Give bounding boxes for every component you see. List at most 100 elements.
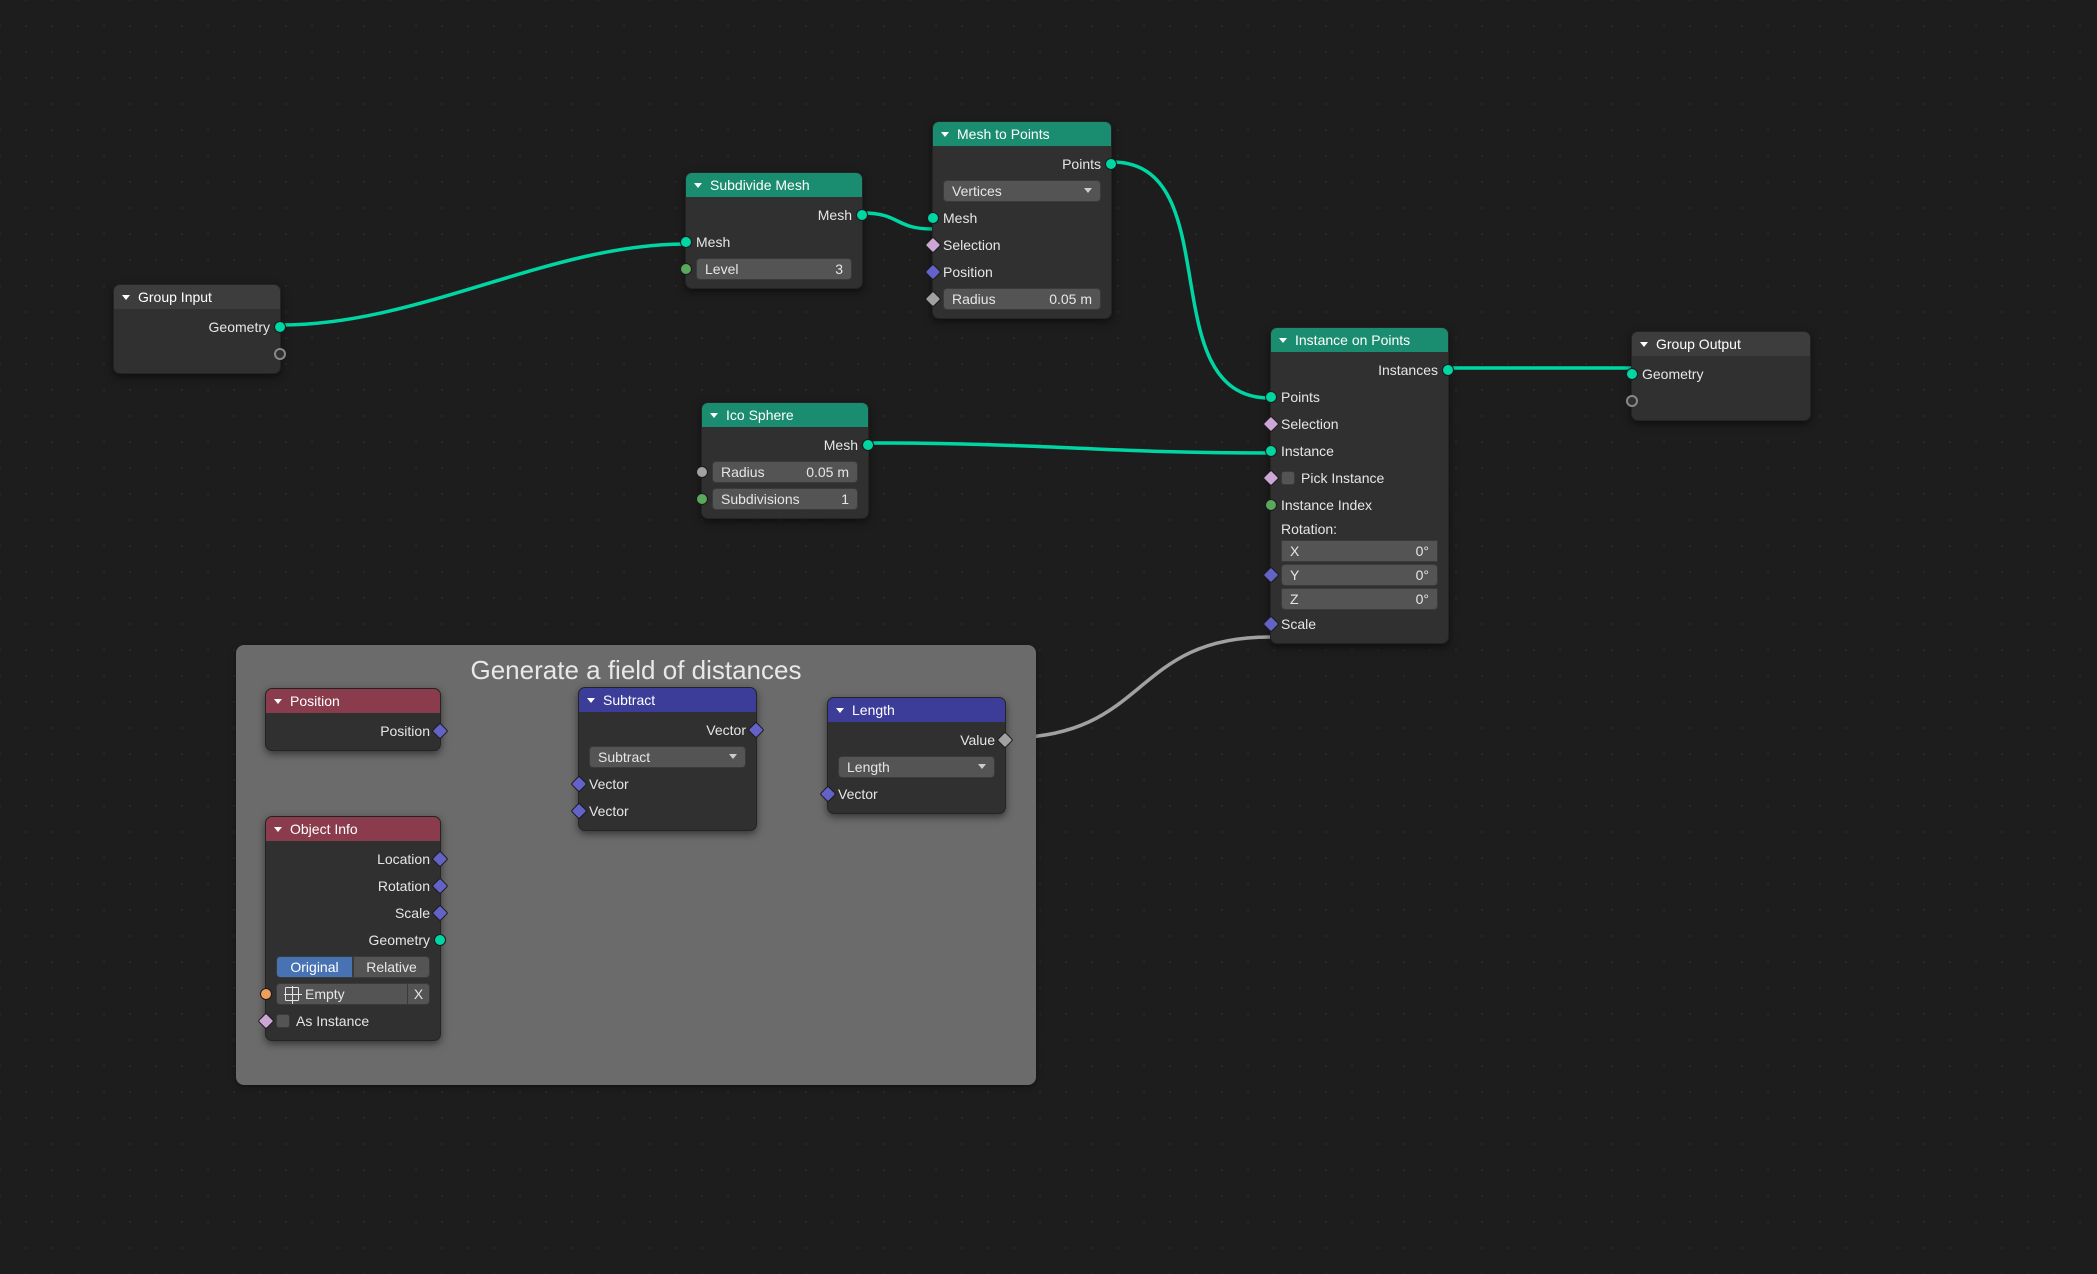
- socket-label: Position: [943, 264, 993, 280]
- socket-label: Vector: [838, 786, 878, 802]
- socket-out-points[interactable]: [1105, 158, 1117, 170]
- socket-label: Position: [380, 723, 430, 739]
- chevron-down-icon: [1279, 338, 1287, 343]
- level-field[interactable]: Level3: [696, 258, 852, 280]
- socket-out-mesh[interactable]: [862, 439, 874, 451]
- socket-label: Vector: [589, 776, 629, 792]
- socket-in-index[interactable]: [1265, 499, 1277, 511]
- node-title: Length: [852, 702, 895, 718]
- socket-label: Mesh: [818, 207, 852, 223]
- socket-in-level[interactable]: [680, 263, 692, 275]
- node-title: Subtract: [603, 692, 655, 708]
- rotation-label: Rotation:: [1281, 521, 1337, 537]
- rot-x-field[interactable]: X0°: [1281, 540, 1438, 562]
- socket-label: Mesh: [824, 437, 858, 453]
- node-header[interactable]: Subtract: [579, 688, 756, 712]
- toggle-relative[interactable]: Relative: [353, 956, 430, 978]
- node-header[interactable]: Position: [266, 689, 440, 713]
- chevron-down-icon: [941, 132, 949, 137]
- node-group-output[interactable]: Group Output Geometry: [1631, 331, 1811, 421]
- socket-out-geometry[interactable]: [434, 934, 446, 946]
- node-mesh-to-points[interactable]: Mesh to Points Points Vertices Mesh Sele…: [932, 121, 1112, 319]
- chevron-down-icon: [1640, 342, 1648, 347]
- mode-select[interactable]: Subtract: [589, 746, 746, 768]
- socket-in-geometry[interactable]: [1626, 368, 1638, 380]
- chevron-down-icon: [710, 413, 718, 418]
- node-title: Ico Sphere: [726, 407, 794, 423]
- node-header[interactable]: Group Output: [1632, 332, 1810, 356]
- socket-in-subdivisions[interactable]: [696, 493, 708, 505]
- chevron-down-icon: [274, 827, 282, 832]
- socket-label: Scale: [1281, 616, 1316, 632]
- socket-in-points[interactable]: [1265, 391, 1277, 403]
- node-title: Object Info: [290, 821, 358, 837]
- mode-select[interactable]: Length: [838, 756, 995, 778]
- subdivisions-field[interactable]: Subdivisions1: [712, 488, 858, 510]
- socket-label: Vector: [589, 803, 629, 819]
- node-length[interactable]: Length Value Length Vector: [827, 697, 1006, 814]
- socket-label: Points: [1281, 389, 1320, 405]
- chevron-down-icon: [836, 708, 844, 713]
- node-object-info[interactable]: Object Info Location Rotation Scale Geom…: [265, 816, 441, 1041]
- socket-in-virtual[interactable]: [1626, 395, 1638, 407]
- node-header[interactable]: Group Input: [114, 285, 280, 309]
- socket-label: Geometry: [209, 319, 270, 335]
- socket-out-instances[interactable]: [1442, 364, 1454, 376]
- toggle-original[interactable]: Original: [276, 956, 353, 978]
- node-subtract[interactable]: Subtract Vector Subtract Vector Vector: [578, 687, 757, 831]
- socket-label: Rotation: [378, 878, 430, 894]
- node-title: Group Input: [138, 289, 212, 305]
- socket-label: Instance: [1281, 443, 1334, 459]
- socket-out-geometry[interactable]: [274, 321, 286, 333]
- socket-out-virtual[interactable]: [274, 348, 286, 360]
- node-header[interactable]: Subdivide Mesh: [686, 173, 862, 197]
- socket-label: Geometry: [1642, 366, 1703, 382]
- as-instance-checkbox[interactable]: [276, 1014, 290, 1028]
- chevron-down-icon: [122, 295, 130, 300]
- socket-label: Pick Instance: [1301, 470, 1384, 486]
- socket-label: Instances: [1378, 362, 1438, 378]
- chevron-down-icon: [274, 699, 282, 704]
- node-title: Group Output: [1656, 336, 1741, 352]
- mode-select[interactable]: Vertices: [943, 180, 1101, 202]
- rot-y-field[interactable]: Y0°: [1281, 564, 1438, 586]
- node-header[interactable]: Ico Sphere: [702, 403, 868, 427]
- radius-field[interactable]: Radius0.05 m: [712, 461, 858, 483]
- node-header[interactable]: Length: [828, 698, 1005, 722]
- socket-label: Vector: [706, 722, 746, 738]
- node-title: Position: [290, 693, 340, 709]
- node-instance-on-points[interactable]: Instance on Points Instances Points Sele…: [1270, 327, 1449, 644]
- socket-in-mesh[interactable]: [680, 236, 692, 248]
- radius-field[interactable]: Radius0.05 m: [943, 288, 1101, 310]
- node-title: Mesh to Points: [957, 126, 1050, 142]
- socket-label: As Instance: [296, 1013, 369, 1029]
- clear-object-button[interactable]: X: [408, 983, 430, 1005]
- socket-label: Instance Index: [1281, 497, 1372, 513]
- socket-label: Location: [377, 851, 430, 867]
- socket-in-instance[interactable]: [1265, 445, 1277, 457]
- empty-icon: [285, 987, 299, 1001]
- node-header[interactable]: Instance on Points: [1271, 328, 1448, 352]
- node-position[interactable]: Position Position: [265, 688, 441, 751]
- socket-label: Points: [1062, 156, 1101, 172]
- socket-in-object[interactable]: [260, 988, 272, 1000]
- pick-instance-checkbox[interactable]: [1281, 471, 1295, 485]
- socket-label: Mesh: [943, 210, 977, 226]
- socket-label: Scale: [395, 905, 430, 921]
- node-group-input[interactable]: Group Input Geometry: [113, 284, 281, 374]
- node-header[interactable]: Object Info: [266, 817, 440, 841]
- socket-in-radius[interactable]: [696, 466, 708, 478]
- node-header[interactable]: Mesh to Points: [933, 122, 1111, 146]
- socket-label: Selection: [1281, 416, 1339, 432]
- socket-label: Mesh: [696, 234, 730, 250]
- socket-label: Selection: [943, 237, 1001, 253]
- node-title: Instance on Points: [1295, 332, 1410, 348]
- rot-z-field[interactable]: Z0°: [1281, 588, 1438, 610]
- object-field[interactable]: Empty: [276, 983, 408, 1005]
- node-subdivide-mesh[interactable]: Subdivide Mesh Mesh Mesh Level3: [685, 172, 863, 289]
- node-ico-sphere[interactable]: Ico Sphere Mesh Radius0.05 m Subdivision…: [701, 402, 869, 519]
- chevron-down-icon: [694, 183, 702, 188]
- socket-in-mesh[interactable]: [927, 212, 939, 224]
- node-title: Subdivide Mesh: [710, 177, 810, 193]
- socket-out-mesh[interactable]: [856, 209, 868, 221]
